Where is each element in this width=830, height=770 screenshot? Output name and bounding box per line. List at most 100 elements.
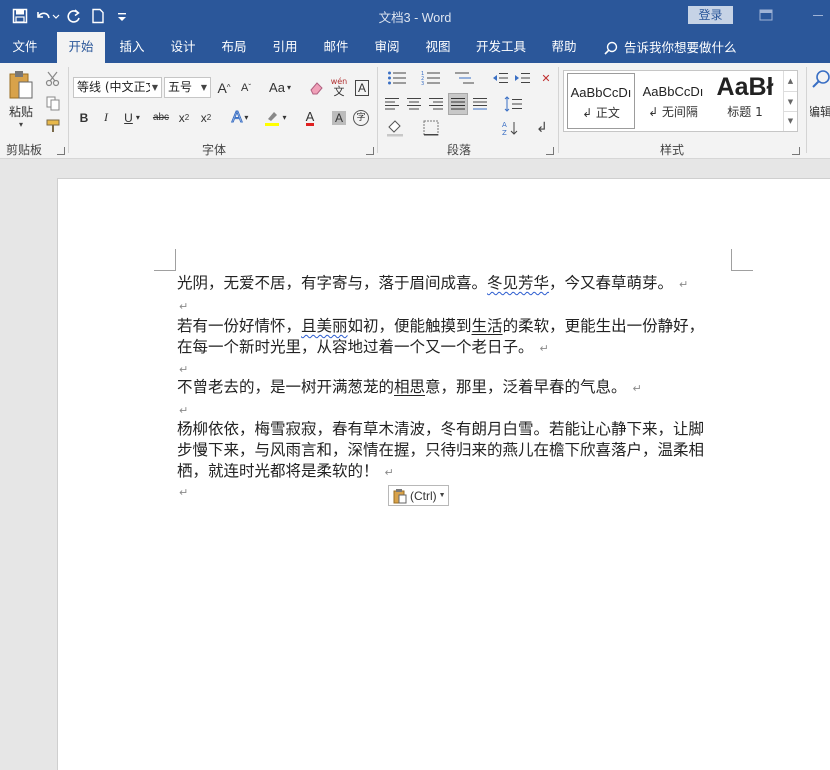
style-no-spacing[interactable]: AaBbCcDı ↲ 无间隔 bbox=[638, 73, 708, 129]
sort-button[interactable]: AZ bbox=[500, 117, 520, 139]
phonetic-guide-button[interactable]: wén 文 bbox=[328, 75, 350, 99]
tell-me-search[interactable]: 告诉我你想要做什么 bbox=[604, 32, 737, 63]
paragraph-4-line-3[interactable]: 栖，就连时光都将是柔软的！ ↵ bbox=[177, 461, 394, 483]
paragraph-mark: ↵ bbox=[384, 466, 394, 479]
document-page[interactable]: 光阴，无爱不居，有字寄与，落于眉间成喜。冬见芳华，今又春草萌芽。 ↵ ↵ 若有一份… bbox=[57, 178, 830, 770]
underline-button[interactable]: U ▾ bbox=[118, 107, 146, 128]
font-size-dropdown[interactable]: 五号 ▼ bbox=[164, 77, 211, 98]
change-case-label: Aa bbox=[269, 80, 285, 95]
clipboard-dialog-launcher[interactable] bbox=[57, 147, 65, 155]
paragraph-dialog-launcher[interactable] bbox=[546, 147, 554, 155]
tab-review[interactable]: 审阅 bbox=[365, 32, 409, 63]
paragraph-3[interactable]: 不曾老去的，是一树开满葱茏的相思意，那里，泛着早春的气息。 ↵ bbox=[177, 377, 642, 399]
tab-references[interactable]: 引用 bbox=[263, 32, 307, 63]
increase-indent-icon bbox=[515, 73, 530, 83]
group-separator bbox=[558, 67, 559, 153]
align-center-button[interactable] bbox=[404, 93, 424, 115]
copy-button[interactable] bbox=[43, 93, 63, 113]
svg-text:Z: Z bbox=[502, 129, 507, 136]
chevron-down-icon[interactable]: ▼ bbox=[784, 91, 797, 111]
style-heading-1[interactable]: AaBł 标题 1 bbox=[710, 73, 780, 129]
grow-font-button[interactable]: A ^ bbox=[214, 77, 234, 98]
tab-view[interactable]: 视图 bbox=[416, 32, 460, 63]
numbered-list-icon: 123 bbox=[421, 71, 440, 86]
tab-file[interactable]: 文件 bbox=[0, 32, 50, 63]
justify-button[interactable] bbox=[448, 93, 468, 115]
svg-text:A: A bbox=[502, 121, 507, 129]
paragraph-2-line-2[interactable]: 在每一个新时光里，从容地过着一个又一个老日子。 ↵ bbox=[177, 337, 549, 359]
italic-button[interactable]: I bbox=[96, 107, 116, 128]
multilevel-list-icon bbox=[455, 72, 474, 84]
text-run: 若有一份好情怀， bbox=[177, 317, 302, 335]
tab-developer[interactable]: 开发工具 bbox=[470, 32, 532, 63]
paragraph-1[interactable]: 光阴，无爱不居，有字寄与，落于眉间成喜。冬见芳华，今又春草萌芽。 ↵ bbox=[177, 273, 688, 295]
paragraph-2[interactable]: 若有一份好情怀，且美丽如初，便能触摸到生活的柔软，更能生出一份静好， bbox=[177, 316, 704, 337]
multilevel-list-button[interactable] bbox=[450, 67, 480, 89]
tab-layout[interactable]: 布局 bbox=[212, 32, 256, 63]
empty-paragraph-mark: ↵ bbox=[179, 486, 189, 499]
increase-indent-button[interactable] bbox=[512, 67, 532, 89]
font-dialog-launcher[interactable] bbox=[366, 147, 374, 155]
enclose-characters-button[interactable]: 字 bbox=[350, 107, 372, 128]
font-color-button[interactable]: A bbox=[296, 107, 324, 128]
decrease-indent-button[interactable] bbox=[490, 67, 510, 89]
chinese-layout-icon: ✕ bbox=[541, 71, 551, 85]
text-run: 如初，便能触摸到 bbox=[347, 317, 472, 335]
bold-button[interactable]: B bbox=[74, 107, 94, 128]
empty-paragraph-mark: ↵ bbox=[179, 363, 189, 376]
paste-options-button[interactable]: (Ctrl) ▼ bbox=[388, 485, 449, 506]
align-right-button[interactable] bbox=[426, 93, 446, 115]
chevron-up-icon[interactable]: ▲ bbox=[784, 71, 797, 91]
bullets-button[interactable] bbox=[382, 67, 412, 89]
chevron-down-icon: ▼ bbox=[438, 492, 446, 499]
more-styles-icon[interactable]: ▼ bbox=[784, 111, 797, 129]
clear-formatting-button[interactable] bbox=[306, 77, 326, 98]
minimize-button[interactable] bbox=[808, 6, 828, 24]
document-area: 光阴，无爱不居，有字寄与，落于眉间成喜。冬见芳华，今又春草萌芽。 ↵ ↵ 若有一份… bbox=[0, 160, 830, 770]
login-button[interactable]: 登录 bbox=[688, 6, 733, 24]
style-normal[interactable]: AaBbCcDı ↲ 正文 bbox=[567, 73, 635, 129]
cut-button[interactable] bbox=[43, 69, 63, 89]
minimize-icon bbox=[813, 15, 823, 16]
shading-button[interactable] bbox=[382, 117, 412, 139]
paragraph-4-line-1[interactable]: 杨柳依依，梅雪寂寂，春有草木清波，冬有朗月白雪。若能让心静下来，让脚 bbox=[177, 419, 704, 440]
font-name-dropdown[interactable]: 等线 (中文正文 ▼ bbox=[73, 77, 162, 98]
styles-scrollbar[interactable]: ▲ ▼ ▼ bbox=[783, 71, 797, 131]
borders-button[interactable] bbox=[416, 117, 446, 139]
tab-mailings[interactable]: 邮件 bbox=[314, 32, 358, 63]
strikethrough-button[interactable]: abc bbox=[150, 107, 172, 128]
change-case-button[interactable]: Aa ▾ bbox=[264, 77, 296, 98]
editing-button[interactable]: 编辑 bbox=[810, 69, 830, 125]
tab-home[interactable]: 开始 bbox=[57, 32, 105, 63]
chinese-layout-button[interactable]: ✕ bbox=[536, 67, 556, 89]
styles-group-label: 样式 bbox=[660, 143, 685, 157]
numbering-button[interactable]: 123 bbox=[416, 67, 446, 89]
ribbon-display-icon bbox=[759, 9, 773, 21]
paragraph-4-line-2[interactable]: 步慢下来，与风雨言和，深情在握，只待归来的燕儿在檐下欣喜落户，温柔相 bbox=[177, 440, 704, 461]
text-effects-button[interactable]: A ▾ bbox=[226, 107, 254, 128]
show-hide-marks-button[interactable]: ↲ bbox=[532, 117, 552, 139]
shrink-font-button[interactable]: Aˇ bbox=[236, 77, 256, 98]
align-left-button[interactable] bbox=[382, 93, 402, 115]
styles-dialog-launcher[interactable] bbox=[792, 147, 800, 155]
paint-bucket-icon bbox=[387, 120, 403, 137]
tab-help[interactable]: 帮助 bbox=[542, 32, 586, 63]
ribbon-display-options-button[interactable] bbox=[756, 6, 776, 24]
clipboard-icon bbox=[393, 488, 407, 503]
borders-icon bbox=[423, 120, 439, 136]
line-spacing-button[interactable] bbox=[500, 93, 530, 115]
highlight-color-button[interactable]: ▾ bbox=[260, 107, 290, 128]
align-center-icon bbox=[407, 98, 421, 110]
paste-button[interactable]: 粘贴 ▾ bbox=[4, 69, 38, 135]
tab-insert[interactable]: 插入 bbox=[110, 32, 154, 63]
format-painter-button[interactable] bbox=[43, 116, 63, 136]
tab-design[interactable]: 设计 bbox=[161, 32, 205, 63]
text-run: 步慢下来，与风雨言和，深情在握，只待归来的燕儿在檐下欣喜落户，温柔相 bbox=[177, 441, 705, 459]
superscript-button[interactable]: x2 bbox=[196, 107, 216, 128]
character-border-button[interactable]: A bbox=[352, 77, 372, 98]
character-shading-button[interactable]: A bbox=[330, 107, 348, 128]
paste-label: 粘贴 bbox=[8, 105, 33, 119]
subscript-button[interactable]: x2 bbox=[174, 107, 194, 128]
text-run: 在每一个新时光里，从容地过着一个又一个老日子。 bbox=[177, 338, 534, 356]
distributed-button[interactable] bbox=[470, 93, 490, 115]
